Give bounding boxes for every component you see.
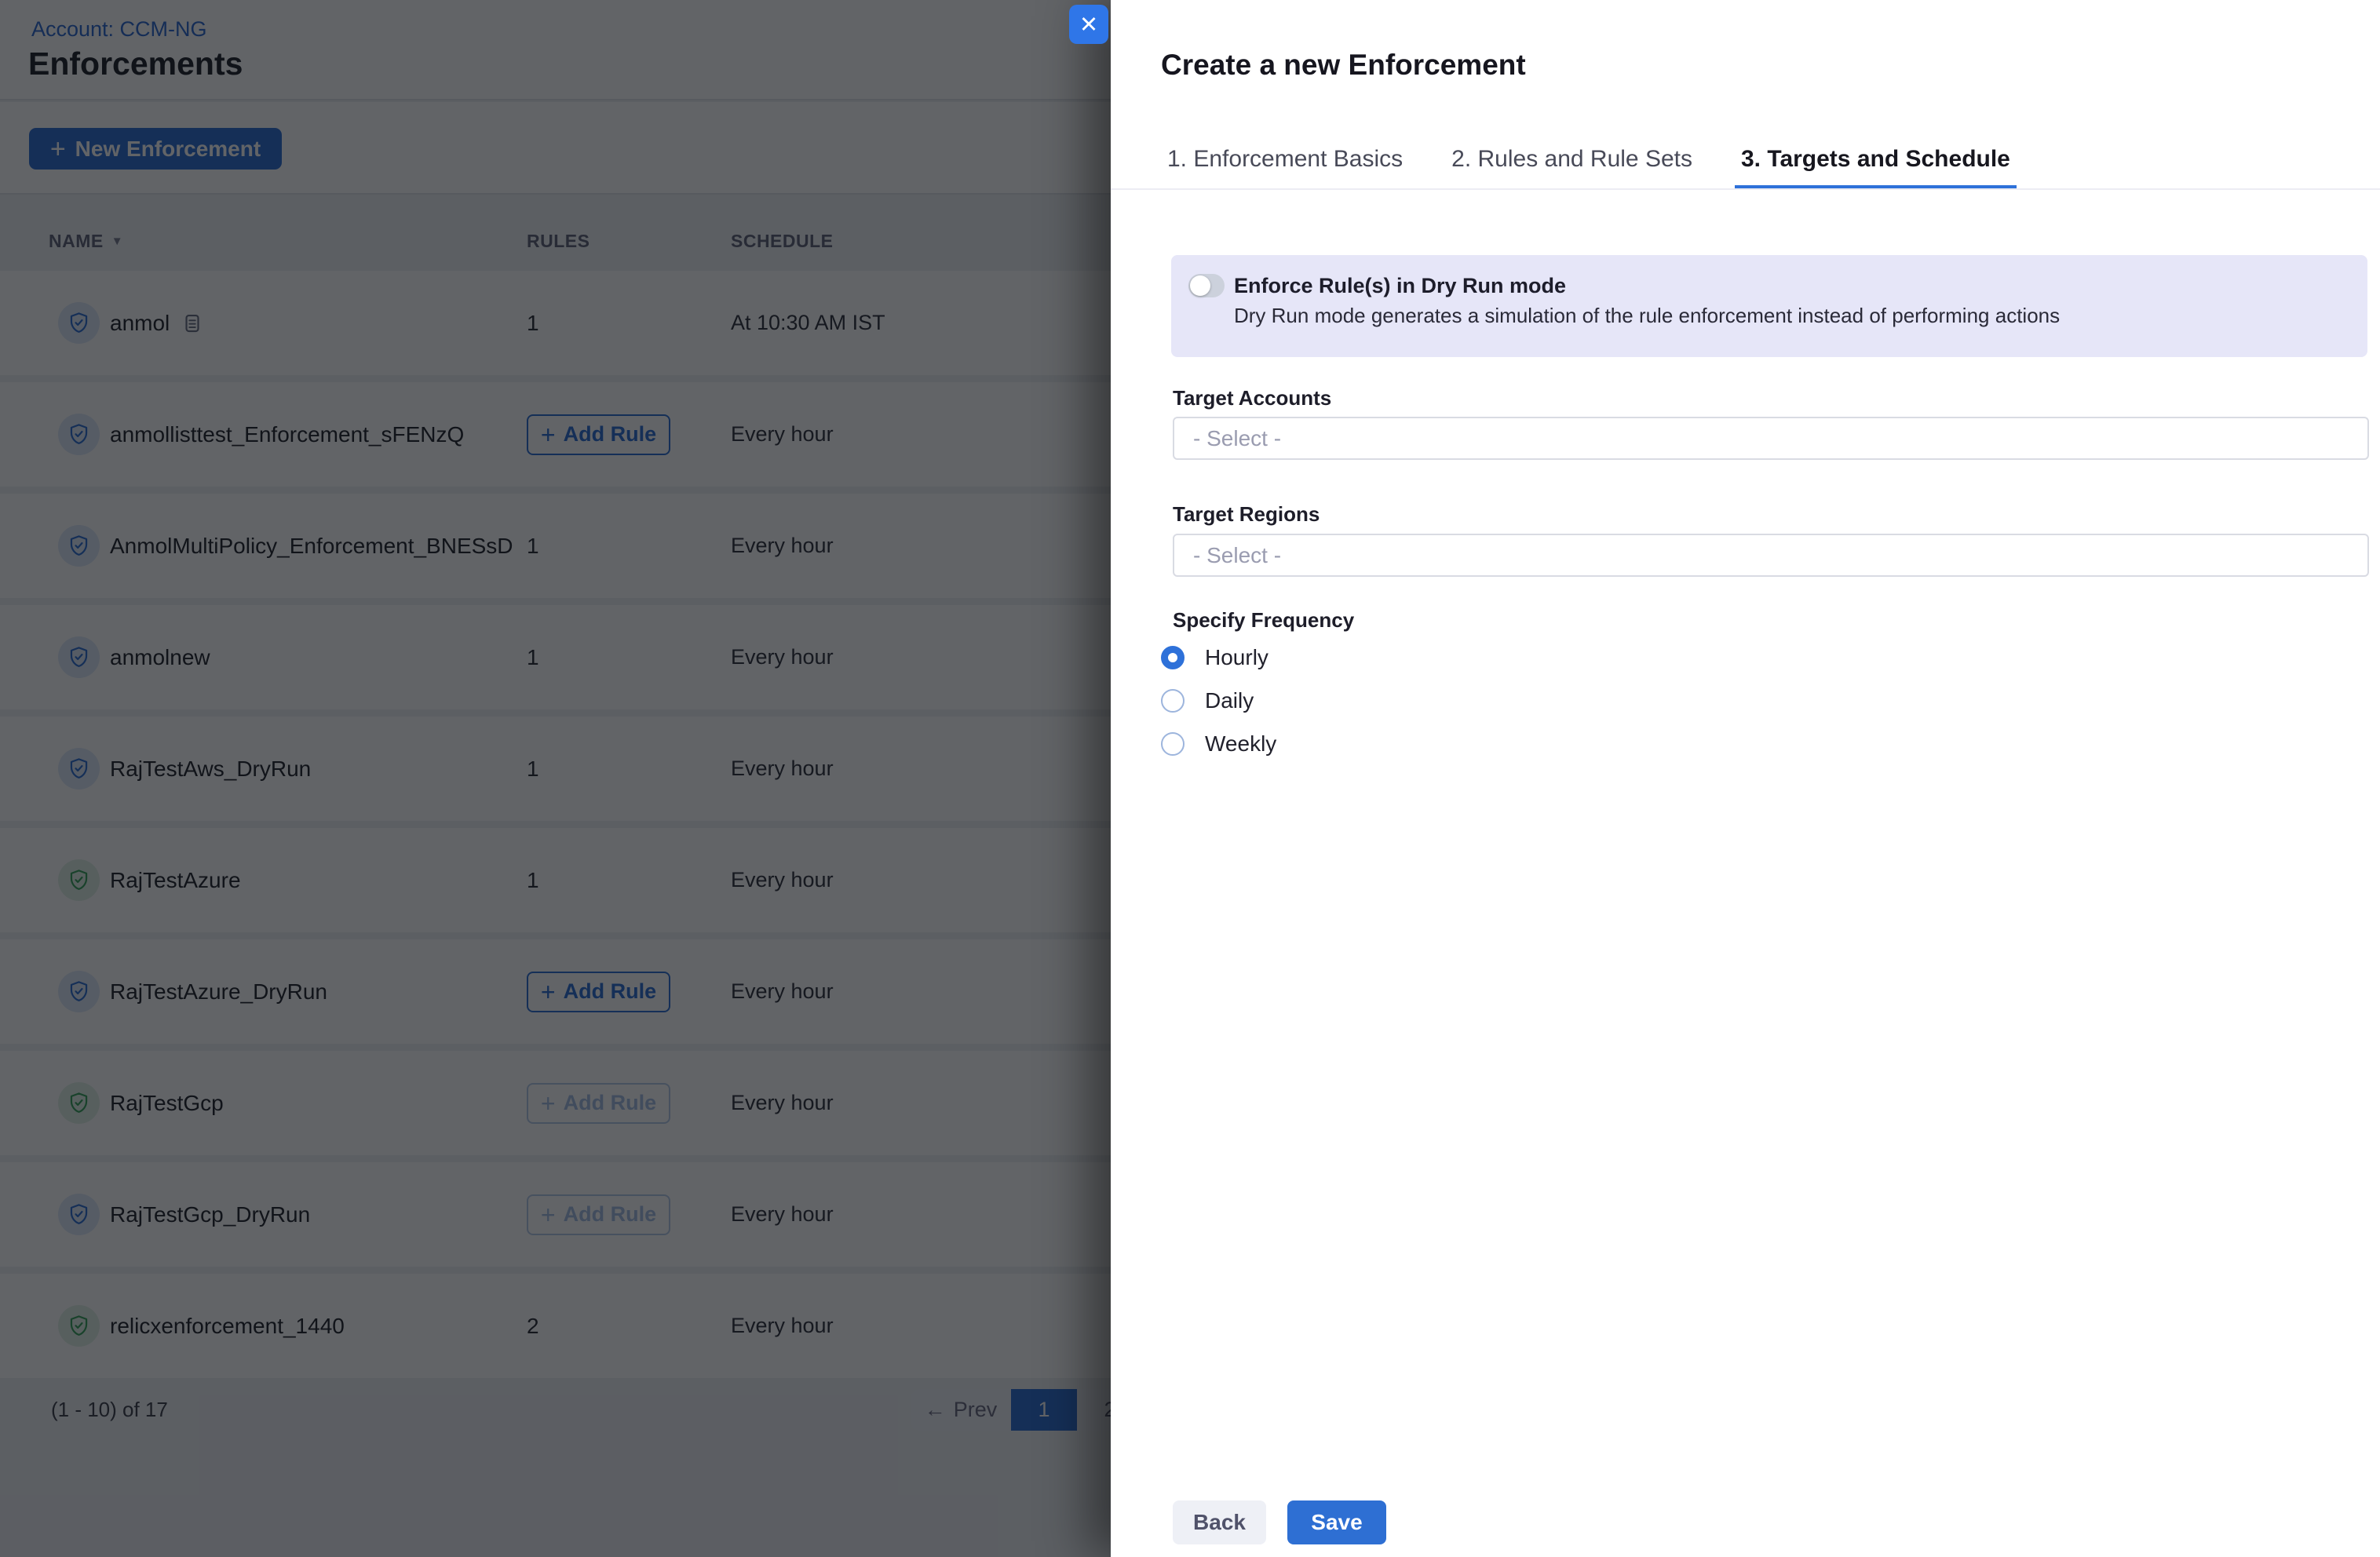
radio-icon (1161, 646, 1185, 669)
dry-run-title: Enforce Rule(s) in Dry Run mode (1234, 274, 1566, 298)
tab-rules-and-rule-sets[interactable]: 2. Rules and Rule Sets (1445, 146, 1699, 190)
screen: Account: CCM-NG Enforcements + New Enfor… (0, 0, 2380, 1557)
dry-run-toggle[interactable] (1188, 274, 1225, 297)
create-enforcement-drawer: ✕ Create a new Enforcement 1. Enforcemen… (1111, 0, 2380, 1557)
target-accounts-placeholder: - Select - (1193, 426, 1281, 451)
wizard-tabs: 1. Enforcement Basics 2. Rules and Rule … (1161, 146, 2017, 190)
tabs-divider (1111, 188, 2380, 190)
back-button[interactable]: Back (1173, 1500, 1266, 1544)
target-regions-placeholder: - Select - (1193, 543, 1281, 568)
target-accounts-label: Target Accounts (1173, 386, 1331, 410)
radio-icon (1161, 689, 1185, 713)
drawer-title: Create a new Enforcement (1161, 49, 1526, 82)
radio-icon (1161, 732, 1185, 756)
specify-frequency-label: Specify Frequency (1173, 608, 1354, 633)
target-regions-label: Target Regions (1173, 502, 1320, 527)
target-regions-select[interactable]: - Select - (1173, 534, 2369, 577)
target-accounts-select[interactable]: - Select - (1173, 417, 2369, 460)
tab-enforcement-basics[interactable]: 1. Enforcement Basics (1161, 146, 1409, 190)
frequency-option-weekly[interactable]: Weekly (1161, 730, 1276, 758)
frequency-option-daily[interactable]: Daily (1161, 687, 1254, 715)
close-button[interactable]: ✕ (1069, 5, 1108, 44)
close-icon: ✕ (1079, 11, 1098, 38)
save-button[interactable]: Save (1287, 1500, 1386, 1544)
toggle-knob (1190, 275, 1210, 296)
tab-targets-and-schedule[interactable]: 3. Targets and Schedule (1735, 146, 2017, 190)
dry-run-description: Dry Run mode generates a simulation of t… (1234, 304, 2060, 328)
frequency-option-hourly[interactable]: Hourly (1161, 644, 1268, 672)
